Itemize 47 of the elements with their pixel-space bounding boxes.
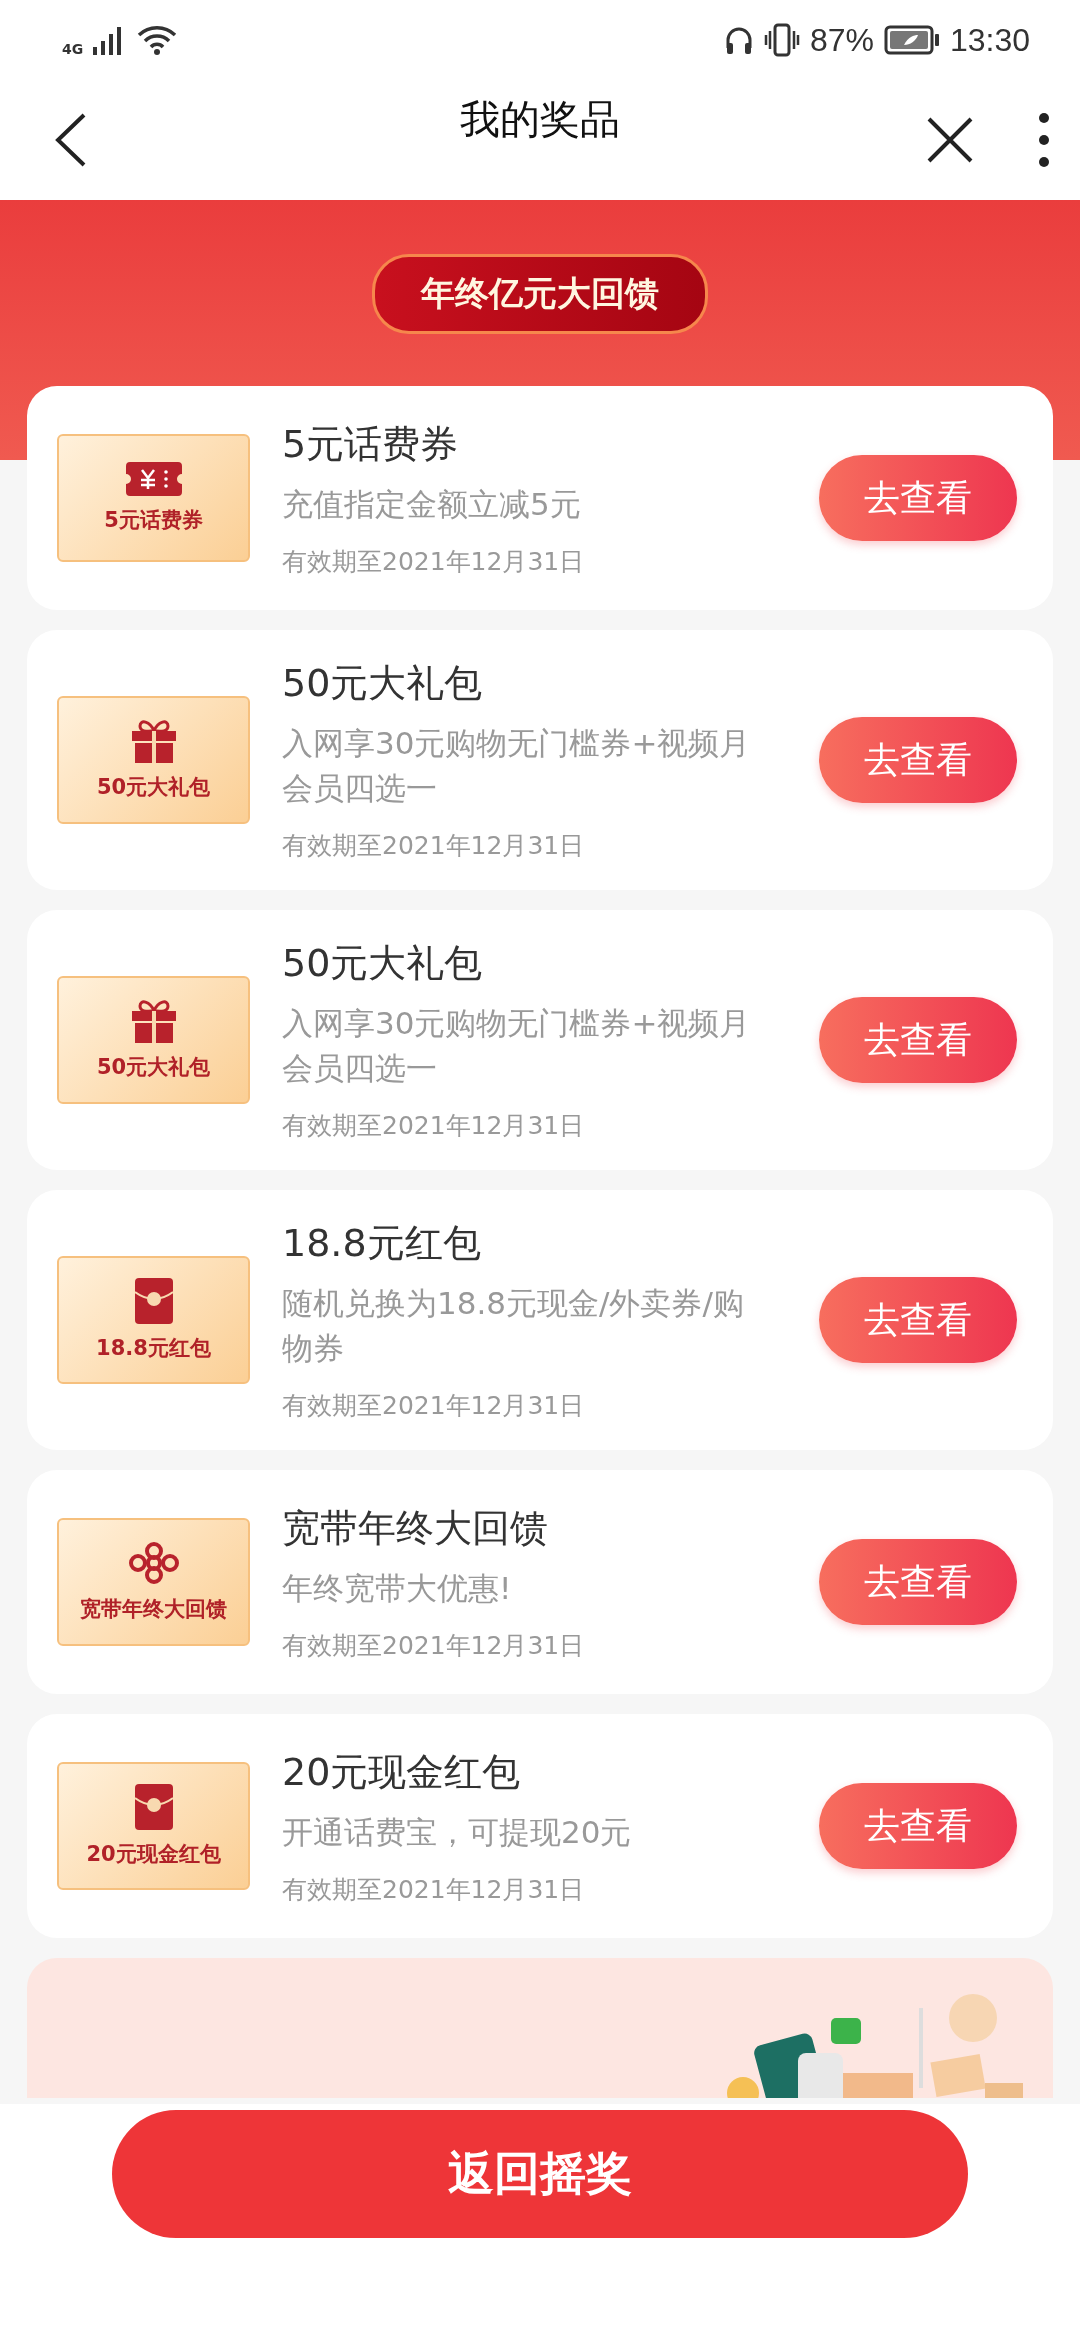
view-button[interactable]: 去查看 <box>819 717 1017 803</box>
envelope-icon <box>134 1784 173 1830</box>
prize-description: 入网享30元购物无门槛券+视频月会员四选一 <box>282 724 752 808</box>
prize-description: 充值指定金额立减5元 <box>282 484 582 524</box>
campaign-badge: 年终亿元大回馈 <box>372 254 708 334</box>
prize-title: 18.8元红包 <box>282 1220 482 1267</box>
thumbnail-label: 50元大礼包 <box>96 1054 211 1081</box>
more-icon[interactable] <box>1038 112 1050 168</box>
battery-percent: 87% <box>809 21 874 59</box>
prize-description: 开通话费宝，可提现20元 <box>282 1812 633 1852</box>
prize-description: 随机兑换为18.8元现金/外卖券/购物券 <box>282 1284 745 1368</box>
vibrate-icon <box>763 23 800 57</box>
prize-title: 20元现金红包 <box>282 1748 522 1796</box>
view-button[interactable]: 去查看 <box>819 1277 1017 1363</box>
prize-description: 入网享30元购物无门槛券+视频月会员四选一 <box>282 1004 752 1088</box>
envelope-icon <box>134 1278 173 1324</box>
prize-title: 5元话费券 <box>282 420 460 468</box>
view-button[interactable]: 去查看 <box>819 455 1017 541</box>
back-to-lottery-button[interactable]: 返回摇奖 <box>112 2110 968 2238</box>
validity-date: 有效期至2021年12月31日 <box>282 545 586 578</box>
knot-icon <box>126 1541 181 1585</box>
view-button[interactable]: 去查看 <box>819 1783 1017 1869</box>
validity-date: 有效期至2021年12月31日 <box>282 1873 586 1906</box>
thumbnail-label: 50元大礼包 <box>96 774 211 801</box>
battery-icon <box>883 25 940 55</box>
gift-icon <box>130 999 177 1043</box>
thumbnail-label: 宽带年终大回馈 <box>80 1596 227 1623</box>
clock: 13:30 <box>949 21 1030 59</box>
validity-date: 有效期至2021年12月31日 <box>282 1390 586 1422</box>
gift-icon <box>130 719 177 763</box>
prize-title: 宽带年终大回馈 <box>282 1504 549 1552</box>
validity-date: 有效期至2021年12月31日 <box>282 1110 586 1142</box>
thumbnail-label: 18.8元红包 <box>96 1335 211 1362</box>
wifi-icon <box>137 24 178 56</box>
validity-date: 有效期至2021年12月31日 <box>282 1629 586 1662</box>
coupon-icon <box>125 462 182 496</box>
network-type: 4G <box>62 41 84 57</box>
thumbnail-label: 20元现金红包 <box>86 1841 221 1868</box>
view-button[interactable]: 去查看 <box>819 997 1017 1083</box>
prize-title: 50元大礼包 <box>282 940 484 987</box>
prize-title: 50元大礼包 <box>282 660 484 707</box>
prize-description: 年终宽带大优惠! <box>282 1568 513 1608</box>
thumbnail-label: 5元话费券 <box>104 507 203 534</box>
validity-date: 有效期至2021年12月31日 <box>282 830 586 862</box>
close-icon[interactable] <box>926 116 974 164</box>
page-title: 我的奖品 <box>460 95 620 144</box>
view-button[interactable]: 去查看 <box>819 1539 1017 1625</box>
